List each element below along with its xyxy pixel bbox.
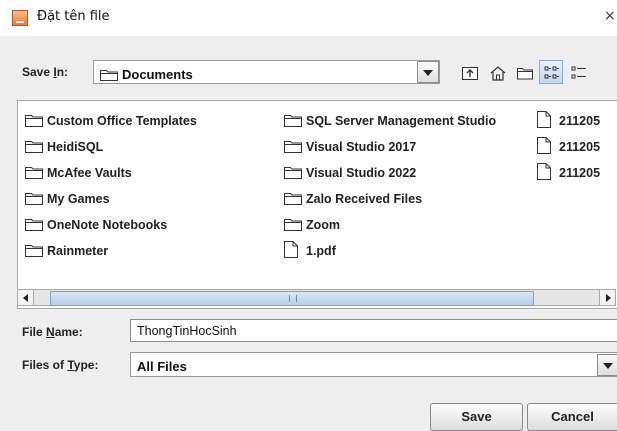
title-bar: Đặt tên file ×: [0, 0, 617, 36]
folder-icon: [284, 167, 302, 179]
close-icon[interactable]: ×: [604, 8, 616, 24]
folder-icon: [284, 219, 302, 231]
file-icon: [537, 163, 551, 180]
item-label: My Games: [47, 192, 110, 206]
details-view-button[interactable]: [566, 60, 590, 84]
up-one-level-button[interactable]: [457, 60, 481, 84]
save-button[interactable]: Save: [430, 403, 523, 431]
file-type-label: Files of Type:: [22, 358, 99, 372]
file-icon: [537, 137, 551, 154]
item-label: Rainmeter: [47, 244, 109, 258]
file-name-label: File Name:: [22, 325, 83, 339]
item-label: 1.pdf: [306, 244, 336, 258]
item-label: Custom Office Templates: [47, 114, 197, 128]
folder-icon: [25, 141, 43, 153]
new-folder-icon: [517, 68, 533, 80]
folder-icon: [25, 115, 43, 127]
save-in-combo[interactable]: Documents: [93, 60, 440, 84]
item-label: McAfee Vaults: [47, 166, 132, 180]
item-label: Zoom: [306, 218, 341, 232]
list-view-button[interactable]: [539, 60, 563, 84]
java-app-icon: [12, 10, 28, 26]
folder-icon: [25, 193, 43, 205]
item-label: 211205: [559, 114, 601, 128]
scroll-track[interactable]: [34, 289, 599, 306]
cancel-button[interactable]: Cancel: [527, 403, 617, 431]
file-icon: [284, 241, 298, 258]
folder-icon: [100, 70, 118, 81]
folder-icon: [25, 167, 43, 179]
file-list[interactable]: Custom Office Templates HeidiSQL McAfee Va…: [17, 100, 617, 309]
item-label: 211205: [559, 166, 601, 180]
scroll-grip: [289, 295, 297, 302]
new-folder-button[interactable]: [512, 60, 536, 84]
item-label: HeidiSQL: [47, 140, 104, 154]
scroll-thumb[interactable]: [50, 291, 534, 306]
item-label: Visual Studio 2022: [306, 166, 417, 180]
folder-icon: [284, 115, 302, 127]
save-in-label: Save In:: [22, 65, 69, 79]
folder-icon: [284, 141, 302, 153]
item-label: OneNote Notebooks: [47, 218, 168, 232]
item-label: Visual Studio 2017: [306, 140, 417, 154]
item-label: 211205: [559, 140, 601, 154]
folder-icon: [284, 193, 302, 205]
home-icon: [490, 66, 506, 81]
item-label: Zalo Received Files: [306, 192, 423, 206]
folder-icon: [25, 219, 43, 231]
scroll-left-button[interactable]: [17, 289, 34, 306]
file-icon: [537, 111, 551, 128]
list-view-icon: [544, 66, 559, 79]
item-label: SQL Server Management Studio: [306, 114, 497, 128]
scroll-right-button[interactable]: [599, 289, 616, 306]
file-type-dropdown-button[interactable]: [597, 354, 617, 376]
window-title: Đặt tên file: [37, 9, 110, 24]
details-view-icon: [571, 66, 586, 79]
file-type-combo[interactable]: All Files: [130, 352, 617, 377]
save-in-dropdown-button[interactable]: [417, 61, 439, 83]
folder-icon: [25, 245, 43, 257]
file-name-input[interactable]: ThongTinHocSinh: [130, 319, 617, 342]
up-one-level-icon: [462, 67, 478, 80]
home-button[interactable]: [485, 60, 509, 84]
horizontal-scrollbar[interactable]: [17, 289, 617, 307]
